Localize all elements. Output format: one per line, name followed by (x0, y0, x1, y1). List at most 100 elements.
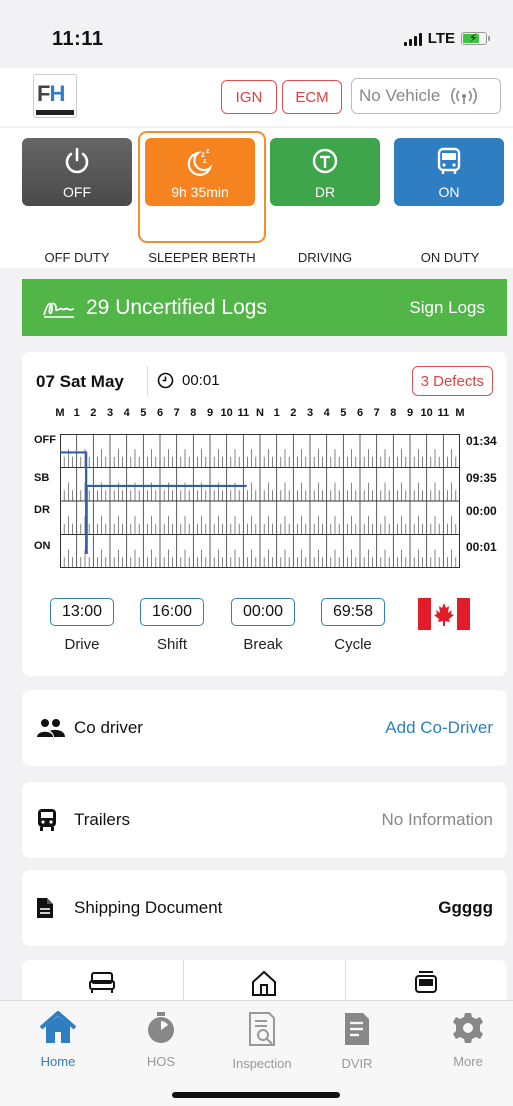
row-total-sb: 09:35 (466, 471, 497, 485)
uncertified-logs-text: 29 Uncertified Logs (86, 295, 267, 319)
moon-sleep-icon: z z z (187, 148, 213, 176)
vehicle-label: No Vehicle (359, 86, 441, 105)
shift-counter-value: 16:00 (140, 598, 204, 626)
hour-label: 1 (273, 407, 280, 419)
tab-more-label: More (453, 1054, 483, 1069)
daily-log-card[interactable]: 07 Sat May 00:01 3 Defects M 1 2 3 4 5 6 7 8 9 10 1… (22, 352, 507, 676)
on-duty-value: ON (438, 184, 460, 200)
co-driver-row[interactable]: Co driver Add Co-Driver (22, 690, 507, 766)
row-total-dr: 00:00 (466, 504, 497, 518)
tab-inspection[interactable]: Inspection (212, 1011, 312, 1071)
app-logo: FH (33, 74, 77, 118)
house-icon (252, 970, 276, 996)
off-duty-label: OFF DUTY (44, 250, 110, 265)
trailers-row[interactable]: Trailers No Information (22, 782, 507, 858)
hour-label: 9 (206, 407, 214, 419)
signature-icon (43, 302, 75, 318)
svg-text:z: z (206, 148, 210, 155)
hour-label: 1 (73, 407, 80, 419)
tab-dvir-label: DVIR (341, 1056, 373, 1071)
on-duty-label: ON DUTY (420, 250, 480, 265)
row-label-off: OFF (34, 434, 56, 446)
co-driver-title: Co driver (74, 718, 143, 737)
cycle-counter: 69:58 Cycle (321, 598, 385, 653)
shift-counter-label: Shift (156, 636, 187, 653)
defects-button[interactable]: 3 Defects (411, 366, 493, 396)
hour-label: 8 (390, 407, 397, 419)
driving-label: DRIVING (297, 250, 353, 265)
hour-label: 5 (140, 407, 147, 419)
log-grid[interactable] (60, 434, 460, 568)
log-time: 00:01 (157, 372, 220, 389)
hour-label: 10 (220, 407, 233, 419)
cycle-counter-value: 69:58 (321, 598, 385, 626)
shift-counter: 16:00 Shift (140, 598, 204, 653)
svg-text:z: z (203, 158, 207, 165)
inspection-doc-icon (249, 1012, 275, 1046)
wireless-signal-icon (451, 87, 478, 105)
sleeper-berth-button[interactable]: z z z 9h 35min (145, 138, 255, 206)
tab-home[interactable]: Home (8, 1011, 108, 1069)
driving-button[interactable]: DR (270, 138, 380, 206)
dvir-doc-icon (345, 1013, 369, 1045)
document-icon (37, 898, 53, 918)
cycle-counter-label: Cycle (334, 636, 372, 653)
sign-logs-button[interactable]: Sign Logs (409, 298, 485, 318)
log-time-value: 00:01 (182, 372, 220, 389)
row-total-on: 00:01 (466, 540, 497, 554)
hour-label: 11 (437, 407, 450, 419)
hour-labels: M 1 2 3 4 5 6 7 8 9 10 11 N 1 2 3 4 5 6 7 8 9 10 11 M (55, 407, 464, 423)
bed-icon (89, 972, 115, 993)
quick-action-bed[interactable] (22, 970, 182, 994)
hour-label: 3 (306, 407, 314, 419)
home-indicator (172, 1092, 340, 1098)
hour-label: 10 (420, 407, 433, 419)
quick-action-yard[interactable] (184, 970, 344, 996)
shipping-document-title: Shipping Document (74, 898, 223, 917)
app-header: FH IGN ECM No Vehicle (0, 68, 513, 126)
battery-icon: ⚡ (461, 31, 490, 45)
vehicle-selector-button[interactable]: No Vehicle (351, 78, 501, 114)
break-counter-label: Break (243, 636, 283, 653)
shipping-document-row[interactable]: Shipping Document Ggggg (22, 870, 507, 946)
ecm-status-button[interactable]: ECM (282, 80, 342, 114)
hour-label: 7 (373, 407, 380, 419)
tab-dvir[interactable]: DVIR (307, 1011, 407, 1071)
tab-inspection-label: Inspection (232, 1056, 292, 1071)
hour-label: 8 (190, 407, 197, 419)
stopwatch-icon (148, 1012, 174, 1043)
log-date: 07 Sat May (36, 372, 124, 391)
row-total-off: 01:34 (466, 434, 497, 448)
clock-icon (157, 372, 174, 389)
tab-more[interactable]: More (418, 1011, 513, 1069)
add-co-driver-link[interactable]: Add Co-Driver (385, 718, 493, 738)
gear-icon (453, 1013, 483, 1043)
bottom-tab-bar: Home HOS Inspection DVIR More (0, 1000, 513, 1106)
status-bar: 11:11 LTE ⚡ (0, 0, 513, 68)
off-duty-button[interactable]: OFF (22, 138, 132, 206)
sleeper-berth-value: 9h 35min (171, 184, 229, 200)
break-counter-value: 00:00 (231, 598, 295, 626)
drive-counter-value: 13:00 (50, 598, 114, 626)
home-icon (39, 1011, 77, 1043)
hour-label: N (256, 407, 264, 419)
break-counter: 00:00 Break (231, 598, 295, 653)
hour-label: 4 (323, 407, 330, 419)
tab-hos[interactable]: HOS (111, 1011, 211, 1069)
network-type: LTE (427, 30, 455, 47)
hour-label: 5 (340, 407, 347, 419)
canada-flag-icon (418, 598, 470, 630)
on-duty-button[interactable]: ON (394, 138, 504, 206)
status-indicators: LTE ⚡ (403, 30, 490, 47)
driving-value: DR (314, 184, 336, 200)
uncertified-logs-banner[interactable]: 29 Uncertified Logs Sign Logs (22, 279, 507, 336)
steering-wheel-icon (312, 148, 338, 174)
duty-status-panel: OFF z z z 9h 35min DR ON OFF DUTY SLEEPE… (0, 128, 513, 268)
off-duty-value: OFF (63, 184, 91, 200)
signal-icon (403, 32, 422, 46)
hour-label: 2 (290, 407, 297, 419)
trailers-title: Trailers (74, 810, 131, 829)
ign-status-button[interactable]: IGN (221, 80, 277, 114)
tab-hos-label: HOS (146, 1054, 176, 1069)
quick-action-personal[interactable] (346, 970, 506, 996)
